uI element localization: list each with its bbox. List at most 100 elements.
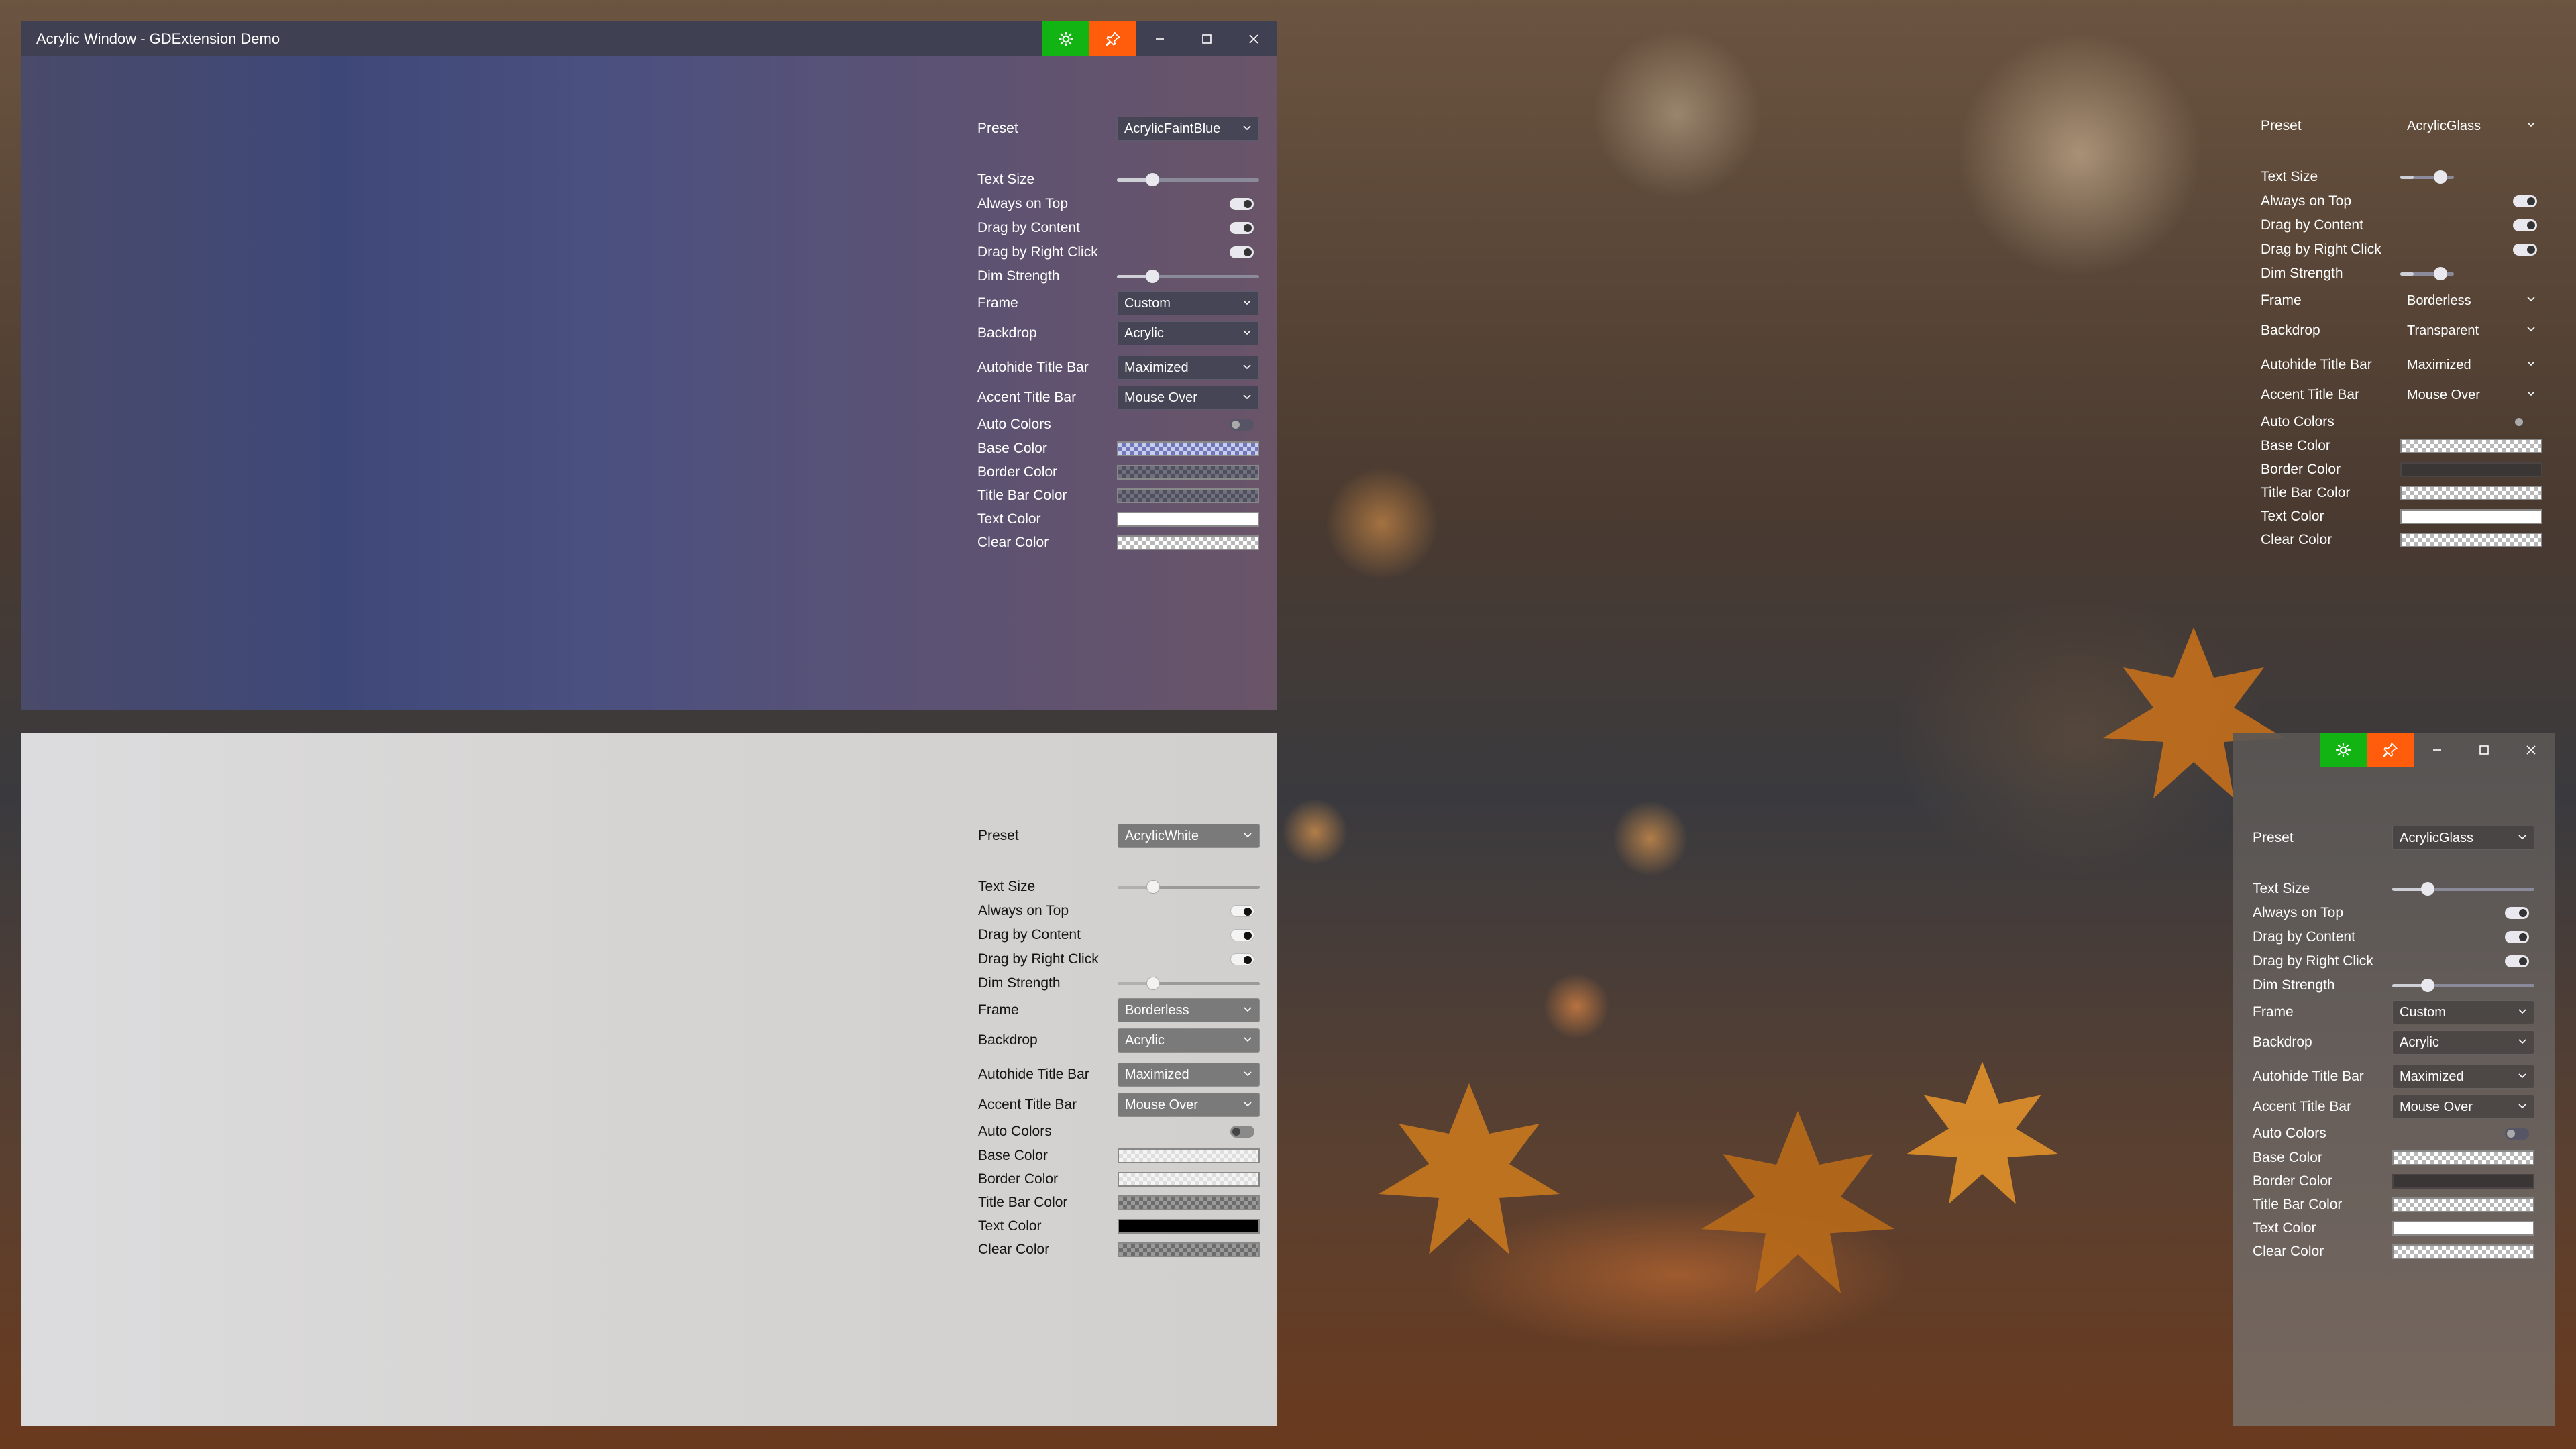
title-bar-color-swatch[interactable] bbox=[1117, 488, 1259, 503]
text-color-swatch[interactable] bbox=[1117, 512, 1259, 527]
accent-dropdown[interactable]: Mouse Over bbox=[1118, 1093, 1260, 1117]
autohide-dropdown[interactable]: Maximized bbox=[2400, 353, 2542, 377]
base-color-swatch[interactable] bbox=[1117, 441, 1259, 456]
slider-knob[interactable] bbox=[1146, 880, 1160, 894]
clear-color-swatch[interactable] bbox=[2392, 1244, 2534, 1259]
backdrop-row: Backdrop Transparent bbox=[2261, 317, 2542, 344]
text-size-slider[interactable] bbox=[1117, 173, 1259, 186]
autohide-dropdown[interactable]: Maximized bbox=[1118, 1063, 1260, 1087]
slider-knob[interactable] bbox=[2421, 882, 2434, 896]
title-bar-color-swatch[interactable] bbox=[2400, 486, 2542, 500]
minimize-button[interactable] bbox=[1136, 21, 1183, 56]
slider-knob[interactable] bbox=[2434, 170, 2447, 184]
backdrop-dropdown[interactable]: Acrylic bbox=[1118, 1028, 1260, 1053]
drag-by-content-toggle[interactable] bbox=[1230, 929, 1254, 941]
maximize-button[interactable] bbox=[1183, 21, 1230, 56]
text-color-swatch[interactable] bbox=[1118, 1219, 1260, 1234]
dim-strength-slider[interactable] bbox=[1118, 977, 1260, 990]
frame-dropdown[interactable]: Borderless bbox=[2400, 288, 2542, 313]
base-color-swatch[interactable] bbox=[2400, 439, 2542, 453]
pin-icon bbox=[1106, 31, 1121, 46]
slider-knob[interactable] bbox=[1146, 977, 1160, 990]
dim-strength-slider[interactable] bbox=[2400, 267, 2454, 280]
title-bar-color-swatch[interactable] bbox=[1118, 1195, 1260, 1210]
maximize-button[interactable] bbox=[2461, 733, 2508, 767]
auto-colors-toggle[interactable] bbox=[1230, 1126, 1254, 1138]
pin-button[interactable] bbox=[1089, 21, 1136, 56]
autohide-value: Maximized bbox=[2400, 1069, 2464, 1084]
drag-by-right-click-toggle[interactable] bbox=[1230, 246, 1254, 258]
slider-knob[interactable] bbox=[1146, 173, 1159, 186]
autohide-dropdown[interactable]: Maximized bbox=[2392, 1065, 2534, 1089]
preset-dropdown[interactable]: AcrylicGlass bbox=[2400, 114, 2542, 138]
frame-dropdown[interactable]: Borderless bbox=[1118, 998, 1260, 1022]
text-size-slider[interactable] bbox=[2392, 882, 2534, 896]
drag-by-content-label: Drag by Content bbox=[2261, 217, 2363, 233]
always-on-top-toggle[interactable] bbox=[2513, 195, 2537, 207]
drag-by-right-click-toggle[interactable] bbox=[1230, 953, 1254, 965]
title-bar[interactable]: Acrylic Window - GDExtension Demo bbox=[21, 21, 1277, 56]
border-color-swatch[interactable] bbox=[2400, 462, 2542, 477]
minimize-button[interactable] bbox=[2414, 733, 2461, 767]
backdrop-dropdown[interactable]: Acrylic bbox=[2392, 1030, 2534, 1055]
slider-knob[interactable] bbox=[2434, 267, 2447, 280]
always-on-top-label: Always on Top bbox=[978, 903, 1069, 918]
frame-dropdown[interactable]: Custom bbox=[2392, 1000, 2534, 1024]
drag-by-right-click-label: Drag by Right Click bbox=[978, 951, 1099, 967]
preset-dropdown[interactable]: AcrylicGlass bbox=[2392, 826, 2534, 850]
auto-colors-toggle[interactable] bbox=[2513, 416, 2537, 428]
title-bar-color-swatch[interactable] bbox=[2392, 1197, 2534, 1212]
always-on-top-toggle[interactable] bbox=[1230, 198, 1254, 210]
drag-by-content-toggle[interactable] bbox=[2513, 219, 2537, 231]
border-color-swatch[interactable] bbox=[2392, 1174, 2534, 1189]
drag-by-content-toggle[interactable] bbox=[2505, 931, 2529, 943]
title-bar-color-row: Title Bar Color bbox=[2253, 1191, 2534, 1218]
slider-knob[interactable] bbox=[2421, 979, 2434, 992]
acrylic-window-white[interactable]: Preset AcrylicWhite Text Size Always on … bbox=[21, 733, 1277, 1426]
base-color-swatch[interactable] bbox=[1118, 1148, 1260, 1163]
accent-dropdown[interactable]: Mouse Over bbox=[2392, 1095, 2534, 1119]
text-size-slider[interactable] bbox=[1118, 880, 1260, 894]
backdrop-dropdown[interactable]: Acrylic bbox=[1117, 321, 1259, 345]
accent-dropdown[interactable]: Mouse Over bbox=[1117, 386, 1259, 410]
drag-by-right-click-toggle[interactable] bbox=[2505, 955, 2529, 967]
auto-colors-toggle[interactable] bbox=[1230, 419, 1254, 431]
settings-button[interactable] bbox=[2320, 733, 2367, 767]
drag-by-content-row: Drag by Content bbox=[2253, 924, 2534, 951]
acrylic-window-glass[interactable]: Preset AcrylicGlass Text Size Always on … bbox=[2233, 733, 2555, 1426]
slider-knob[interactable] bbox=[1146, 270, 1159, 283]
always-on-top-toggle[interactable] bbox=[1230, 905, 1254, 917]
border-color-swatch[interactable] bbox=[1117, 465, 1259, 480]
clear-color-swatch[interactable] bbox=[1118, 1242, 1260, 1257]
autohide-dropdown[interactable]: Maximized bbox=[1117, 356, 1259, 380]
text-color-swatch[interactable] bbox=[2392, 1221, 2534, 1236]
always-on-top-toggle[interactable] bbox=[2505, 907, 2529, 919]
close-button[interactable] bbox=[1230, 21, 1277, 56]
dim-strength-slider[interactable] bbox=[1117, 270, 1259, 283]
frame-dropdown[interactable]: Custom bbox=[1117, 291, 1259, 315]
close-button[interactable] bbox=[2508, 733, 2555, 767]
settings-button[interactable] bbox=[1042, 21, 1089, 56]
base-color-swatch[interactable] bbox=[2392, 1150, 2534, 1165]
transparent-window[interactable]: Preset AcrylicGlass Text Size Always on … bbox=[2234, 0, 2576, 590]
preset-dropdown[interactable]: AcrylicWhite bbox=[1118, 824, 1260, 848]
backdrop-dropdown[interactable]: Transparent bbox=[2400, 319, 2542, 343]
preset-row: Preset AcrylicFaintBlue bbox=[977, 115, 1259, 142]
acrylic-window-faintblue[interactable]: Acrylic Window - GDExtension Demo Preset… bbox=[21, 21, 1277, 710]
border-color-swatch[interactable] bbox=[1118, 1172, 1260, 1187]
accent-dropdown[interactable]: Mouse Over bbox=[2400, 383, 2542, 407]
drag-by-right-click-label: Drag by Right Click bbox=[2261, 241, 2381, 257]
chevron-down-icon bbox=[2527, 327, 2535, 332]
auto-colors-toggle[interactable] bbox=[2505, 1128, 2529, 1140]
dim-strength-slider[interactable] bbox=[2392, 979, 2534, 992]
clear-color-swatch[interactable] bbox=[2400, 533, 2542, 547]
clear-color-swatch[interactable] bbox=[1117, 535, 1259, 550]
drag-by-right-click-toggle[interactable] bbox=[2513, 244, 2537, 256]
text-size-slider[interactable] bbox=[2400, 170, 2454, 184]
drag-by-content-toggle[interactable] bbox=[1230, 222, 1254, 234]
text-color-swatch[interactable] bbox=[2400, 509, 2542, 524]
pin-button[interactable] bbox=[2367, 733, 2414, 767]
chevron-down-icon bbox=[1243, 330, 1251, 335]
preset-dropdown[interactable]: AcrylicFaintBlue bbox=[1117, 117, 1259, 141]
always-on-top-label: Always on Top bbox=[2261, 193, 2352, 209]
